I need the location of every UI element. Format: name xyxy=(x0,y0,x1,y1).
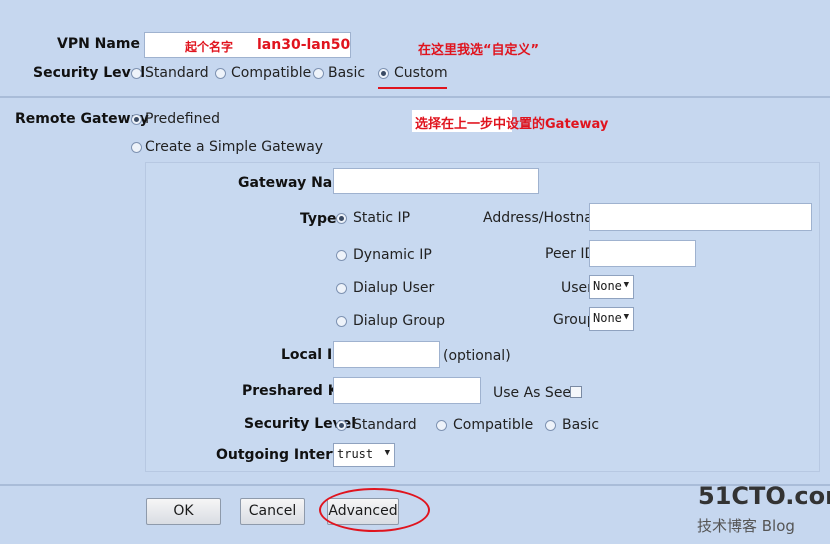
type-dialup-user-label: Dialup User xyxy=(353,280,435,296)
outgoing-interface-select[interactable]: trust ▼ xyxy=(333,443,395,467)
security-level-label: Security Level xyxy=(33,65,146,81)
gw-security-compatible-label: Compatible xyxy=(453,417,534,433)
security-basic-radio[interactable] xyxy=(313,68,324,79)
watermark-blog: 技术博客 Blog xyxy=(697,517,795,535)
gw-security-basic-radio[interactable] xyxy=(545,420,556,431)
gateway-name-input[interactable] xyxy=(333,168,539,194)
use-as-seed-checkbox[interactable] xyxy=(570,386,582,398)
type-static-ip-label: Static IP xyxy=(353,210,411,226)
vpn-name-value: lan30-lan50 xyxy=(257,37,351,53)
gw-security-standard-radio[interactable] xyxy=(336,420,347,431)
gw-security-standard-label: Standard xyxy=(353,417,417,433)
advanced-circle-annotation xyxy=(319,488,430,532)
security-basic-label: Basic xyxy=(328,65,366,81)
gateway-create-label: Create a Simple Gateway xyxy=(145,139,324,155)
gateway-predefined-label: Predefined xyxy=(145,111,220,127)
chevron-down-icon: ▼ xyxy=(384,448,390,458)
outgoing-interface-value: trust xyxy=(337,447,374,461)
gateway-create-radio[interactable] xyxy=(131,142,142,153)
type-dialup-group-label: Dialup Group xyxy=(353,313,445,329)
cancel-button[interactable]: Cancel xyxy=(240,498,305,525)
security-compatible-label: Compatible xyxy=(231,65,312,81)
remote-gateway-label: Remote Gateway xyxy=(15,111,149,127)
watermark-logo: 51CTO.com xyxy=(698,482,830,510)
use-as-seed-label: Use As Seed xyxy=(493,385,580,401)
type-dynamic-ip-label: Dynamic IP xyxy=(353,247,432,263)
local-id-input[interactable] xyxy=(333,341,440,368)
local-id-hint: (optional) xyxy=(443,348,511,364)
chevron-down-icon: ▼ xyxy=(623,312,629,322)
type-static-ip-radio[interactable] xyxy=(336,213,347,224)
gw-security-compatible-radio[interactable] xyxy=(436,420,447,431)
custom-underline-annotation xyxy=(378,87,447,89)
section-divider xyxy=(0,96,830,98)
group-select[interactable]: None ▼ xyxy=(589,307,634,331)
user-select-value: None xyxy=(593,279,622,293)
preshared-key-input[interactable] xyxy=(333,377,481,404)
security-custom-label: Custom xyxy=(394,65,448,81)
user-select[interactable]: None ▼ xyxy=(589,275,634,299)
gw-security-basic-label: Basic xyxy=(562,417,600,433)
security-standard-radio[interactable] xyxy=(131,68,142,79)
vpn-name-field[interactable]: 起个名字 lan30-lan50 xyxy=(144,32,351,58)
vpn-name-label: VPN Name xyxy=(57,36,140,52)
security-custom-radio[interactable] xyxy=(378,68,389,79)
security-standard-label: Standard xyxy=(145,65,209,81)
chevron-down-icon: ▼ xyxy=(623,280,629,290)
security-compatible-radio[interactable] xyxy=(215,68,226,79)
type-dynamic-ip-radio[interactable] xyxy=(336,250,347,261)
peer-id-input[interactable] xyxy=(589,240,696,267)
type-dialup-group-radio[interactable] xyxy=(336,316,347,327)
peer-id-label: Peer ID xyxy=(545,246,596,262)
type-dialup-user-radio[interactable] xyxy=(336,283,347,294)
ok-button[interactable]: OK xyxy=(146,498,221,525)
address-hostname-input[interactable] xyxy=(589,203,812,231)
type-label: Type xyxy=(300,211,337,227)
gateway-predefined-radio[interactable] xyxy=(131,114,142,125)
vpn-name-annotation: 起个名字 xyxy=(185,40,234,54)
vpn-name-note: 在这里我选“自定义” xyxy=(418,43,540,58)
gateway-note: 选择在上一步中设置的Gateway xyxy=(415,117,609,132)
group-select-value: None xyxy=(593,311,622,325)
